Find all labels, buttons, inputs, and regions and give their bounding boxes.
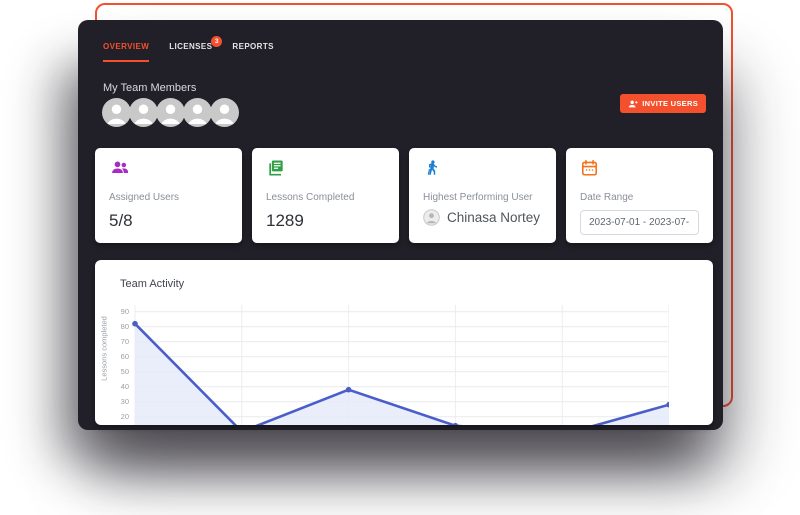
stat-card-lessons-completed: Lessons Completed 1289 [252, 148, 399, 243]
svg-text:20: 20 [121, 412, 129, 421]
member-avatar [102, 98, 131, 127]
team-activity-line-chart: 90 80 70 60 50 40 30 20 [107, 300, 669, 425]
tab-overview[interactable]: OVERVIEW [103, 42, 149, 62]
dashboard-panel: OVERVIEW LICENSES 3 REPORTS My Team Memb… [78, 20, 723, 430]
svg-text:70: 70 [121, 337, 129, 346]
stat-card-highest-performing-user: Highest Performing User Chinasa Nortey [409, 148, 556, 243]
top-user-row: Chinasa Nortey [423, 209, 542, 226]
member-avatar [210, 98, 239, 127]
stat-card-value: 5/8 [109, 211, 228, 231]
stat-card-label: Lessons Completed [266, 192, 385, 203]
licenses-count-badge: 3 [211, 36, 222, 47]
svg-text:40: 40 [121, 382, 129, 391]
invite-users-label: INVITE USERS [642, 99, 698, 108]
team-avatar-group [102, 98, 237, 127]
date-range-input[interactable] [580, 210, 699, 235]
top-user-name: Chinasa Nortey [447, 210, 540, 225]
person-add-icon [628, 99, 638, 109]
svg-text:80: 80 [121, 322, 129, 331]
stat-card-value: 1289 [266, 211, 385, 231]
tab-licenses[interactable]: LICENSES 3 [169, 42, 212, 60]
chart-title: Team Activity [120, 278, 184, 290]
group-icon [109, 158, 131, 178]
member-avatar [183, 98, 212, 127]
tab-licenses-label: LICENSES [169, 42, 212, 51]
stat-card-assigned-users: Assigned Users 5/8 [95, 148, 242, 243]
tab-bar: OVERVIEW LICENSES 3 REPORTS [103, 42, 274, 62]
invite-users-button[interactable]: INVITE USERS [620, 94, 706, 113]
svg-text:30: 30 [121, 397, 129, 406]
marketing-stage: OVERVIEW LICENSES 3 REPORTS My Team Memb… [0, 0, 800, 515]
team-activity-card: Team Activity Lessons completed 90807060… [95, 260, 713, 425]
hiker-icon [423, 158, 441, 178]
stat-cards-row: Assigned Users 5/8 Lessons Completed 128… [95, 148, 713, 243]
svg-text:90: 90 [121, 307, 129, 316]
stat-card-label: Highest Performing User [423, 192, 542, 203]
member-avatar [129, 98, 158, 127]
svg-text:60: 60 [121, 352, 129, 361]
stat-card-date-range: Date Range [566, 148, 713, 243]
stat-card-label: Assigned Users [109, 192, 228, 203]
team-members-heading: My Team Members [103, 82, 196, 94]
lessons-icon [266, 158, 286, 178]
tab-reports[interactable]: REPORTS [232, 42, 273, 60]
member-avatar [156, 98, 185, 127]
stat-card-label: Date Range [580, 192, 699, 203]
tab-overview-label: OVERVIEW [103, 42, 149, 51]
user-avatar-placeholder-icon [423, 209, 440, 226]
calendar-icon [580, 158, 599, 178]
tab-reports-label: REPORTS [232, 42, 273, 51]
svg-text:50: 50 [121, 367, 129, 376]
